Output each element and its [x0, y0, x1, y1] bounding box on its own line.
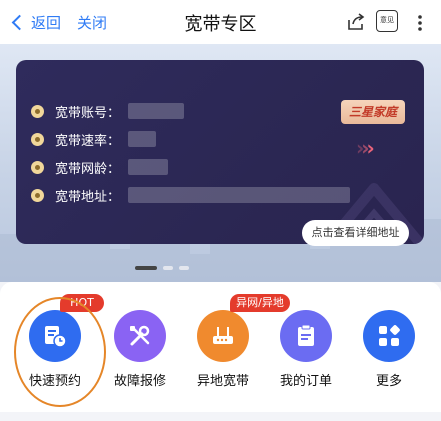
account-row: 宽带账号：: [31, 100, 185, 122]
bottom-divider: [0, 412, 441, 421]
carousel-indicator: [163, 266, 173, 270]
account-icon: [31, 104, 44, 118]
remote-broadband-icon-bg: [197, 310, 249, 362]
share-icon[interactable]: [346, 12, 366, 32]
arrows-icon: ›››: [356, 136, 375, 160]
address-label: 宽带地址：: [55, 189, 121, 205]
service-my-orders[interactable]: 我的订单: [265, 306, 345, 396]
my-orders-icon-bg: [280, 310, 332, 362]
grid-icon: [379, 325, 400, 346]
address-row: 宽带地址：: [31, 184, 351, 206]
router-icon: [213, 327, 233, 344]
carousel-indicator-active: [135, 266, 157, 270]
service-fault-repair[interactable]: 故障报修: [99, 306, 179, 396]
service-more[interactable]: 更多: [348, 306, 428, 396]
speed-icon: [31, 132, 44, 146]
account-label: 宽带账号：: [55, 105, 121, 121]
account-value-masked: [128, 103, 185, 119]
tools-icon: [130, 325, 150, 346]
more-icon-bg: [363, 310, 415, 362]
service-label: 我的订单: [279, 374, 332, 389]
address-icon: [31, 188, 44, 202]
age-value-masked: [128, 159, 169, 175]
nav-bar: 返回 关闭 宽带专区 意见: [0, 0, 441, 44]
speed-value-masked: [128, 131, 157, 147]
clipboard-icon: [298, 324, 314, 346]
feedback-icon[interactable]: 意见: [376, 10, 398, 32]
page-title: 宽带专区: [184, 14, 257, 35]
service-label: 更多: [375, 374, 402, 389]
fault-repair-icon-bg: [114, 310, 166, 362]
more-dots-icon[interactable]: [410, 13, 430, 33]
brand-badge: 三星家庭: [341, 100, 405, 124]
speed-row: 宽带速率：: [31, 128, 157, 150]
speed-label: 宽带速率：: [55, 133, 121, 149]
address-value-masked: [128, 187, 351, 203]
age-icon: [31, 160, 44, 174]
age-row: 宽带网龄：: [31, 156, 169, 178]
service-label: 异地宽带: [196, 374, 249, 389]
annotation-highlight-circle: [14, 297, 106, 407]
service-label: 故障报修: [113, 374, 166, 389]
broadband-info-card: 宽带账号： 宽带速率： 宽带网龄： 宽带地址： 三星家庭 ›››: [16, 60, 424, 244]
service-remote-broadband[interactable]: 异地宽带: [182, 306, 262, 396]
carousel-indicator: [179, 266, 189, 270]
hero-banner: 宽带账号： 宽带速率： 宽带网龄： 宽带地址： 三星家庭 ››› 点击查看详细地…: [0, 44, 441, 282]
age-label: 宽带网龄：: [55, 161, 121, 177]
view-address-button[interactable]: 点击查看详细地址: [302, 220, 409, 246]
